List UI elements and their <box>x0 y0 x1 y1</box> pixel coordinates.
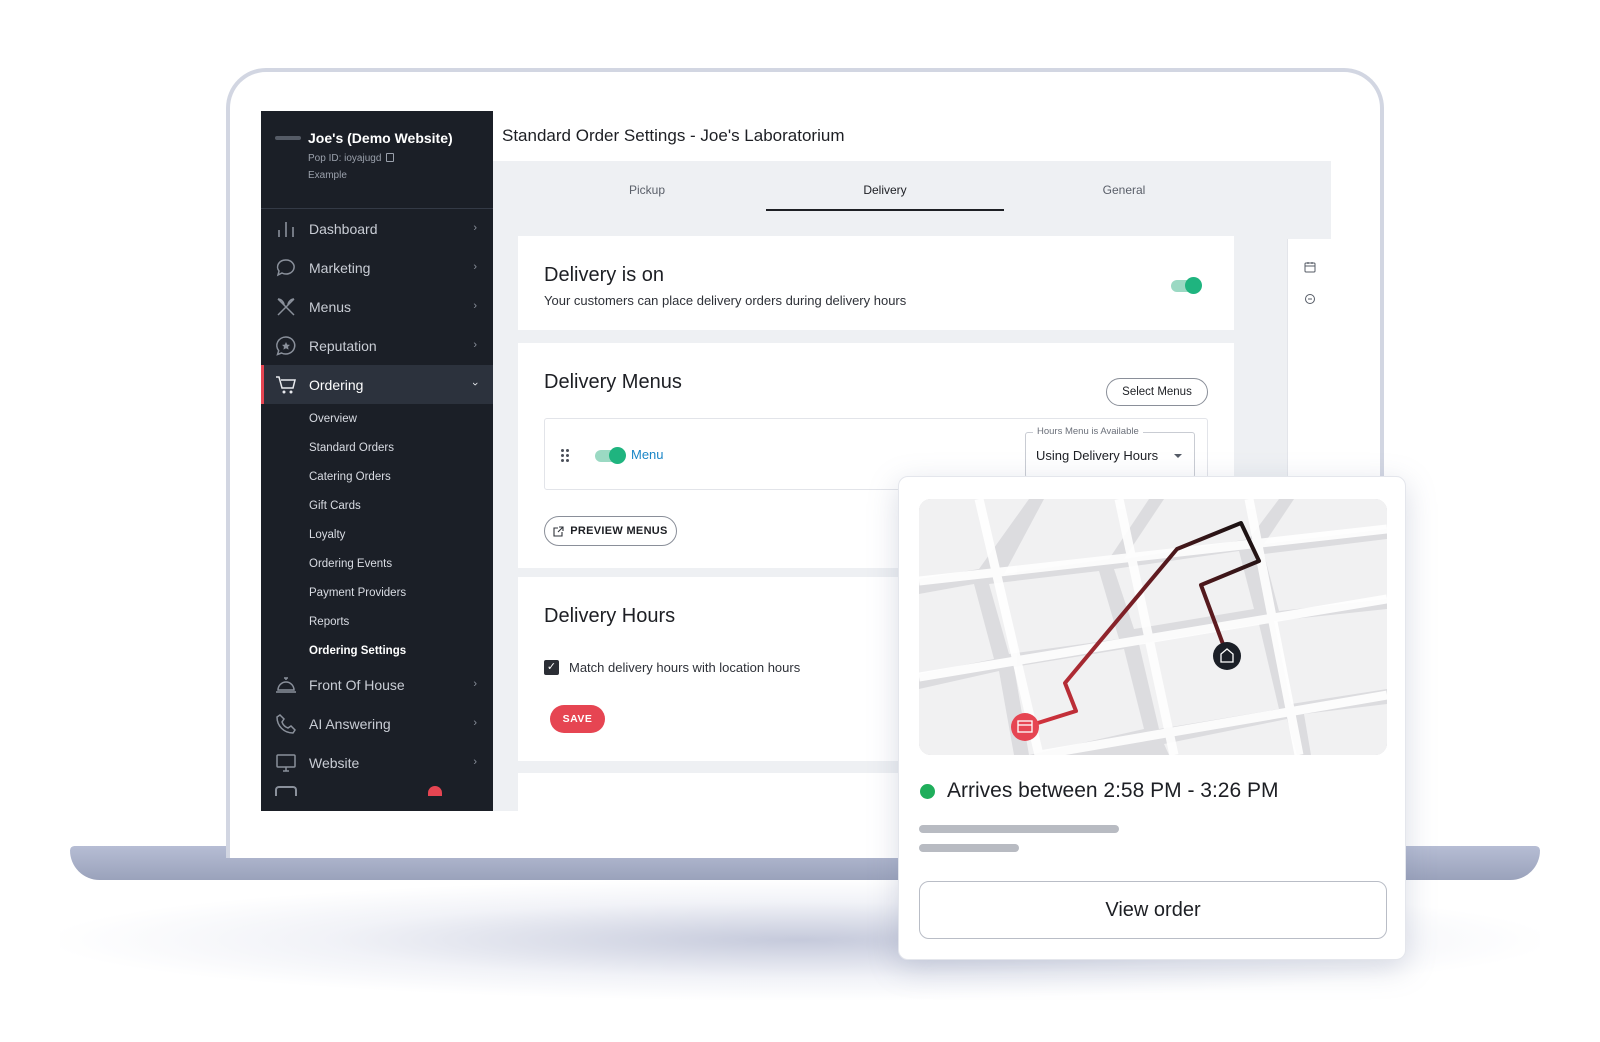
sidebar-item-ai-answering[interactable]: AI Answering › <box>261 704 493 743</box>
chevron-right-icon: › <box>473 678 477 690</box>
monitor-icon <box>276 754 296 772</box>
sidebar-item-dashboard[interactable]: Dashboard › <box>261 209 493 248</box>
order-tracking-card: Arrives between 2:58 PM - 3:26 PM View o… <box>898 476 1406 960</box>
megaphone-icon <box>275 786 297 796</box>
sidebar-subitem-loyalty[interactable]: Loyalty <box>261 520 493 549</box>
delivery-status-card: Delivery is on Your customers can place … <box>518 236 1234 330</box>
menu-link[interactable]: Menu <box>631 447 664 462</box>
delivery-status-description: Your customers can place delivery orders… <box>544 293 907 308</box>
tab-general[interactable]: General <box>1005 183 1243 211</box>
utensils-icon <box>277 298 295 316</box>
chevron-right-icon: › <box>473 300 477 312</box>
chevron-right-icon: › <box>473 222 477 234</box>
store-pin-icon <box>1011 713 1039 741</box>
tab-pickup[interactable]: Pickup <box>528 183 766 211</box>
preview-menus-label: PREVIEW MENUS <box>570 525 668 537</box>
sidebar-subitem-standard-orders[interactable]: Standard Orders <box>261 433 493 462</box>
sidebar-item-front-of-house[interactable]: Front Of House › <box>261 665 493 704</box>
chevron-right-icon: › <box>473 261 477 273</box>
hours-available-select[interactable]: Hours Menu is Available Using Delivery H… <box>1025 426 1195 478</box>
delivery-status-title: Delivery is on <box>544 264 665 286</box>
select-value: Using Delivery Hours <box>1036 448 1159 463</box>
page-title: Standard Order Settings - Joe's Laborato… <box>502 126 845 145</box>
brand-logo <box>275 136 301 140</box>
tab-delivery[interactable]: Delivery <box>766 183 1004 211</box>
chevron-right-icon: › <box>473 756 477 768</box>
delivery-hours-title: Delivery Hours <box>544 605 676 627</box>
sidebar-item-label: AI Answering <box>309 715 391 732</box>
notification-badge <box>428 786 442 796</box>
sidebar-subitem-ordering-settings[interactable]: Ordering Settings <box>261 636 493 665</box>
sidebar-subitem-payment-providers[interactable]: Payment Providers <box>261 578 493 607</box>
sidebar-item-label: Dashboard <box>309 220 378 237</box>
external-link-icon <box>553 525 564 537</box>
chevron-down-icon: › <box>469 382 482 386</box>
brand-title: Joe's (Demo Website) <box>308 130 453 146</box>
select-menus-button[interactable]: Select Menus <box>1106 378 1208 406</box>
cart-icon <box>276 376 296 394</box>
map-graphic <box>919 499 1387 755</box>
sidebar-subitem-catering-orders[interactable]: Catering Orders <box>261 462 493 491</box>
toggle-knob <box>609 447 626 464</box>
tabs-bar: Pickup Delivery General <box>493 161 1331 241</box>
chat-bubble-icon <box>276 259 295 277</box>
placeholder-line <box>919 844 1019 852</box>
select-legend: Hours Menu is Available <box>1033 426 1143 437</box>
sidebar: Joe's (Demo Website) Pop ID: ioyajugd Ex… <box>261 111 493 811</box>
preview-menus-button[interactable]: PREVIEW MENUS <box>544 516 677 546</box>
toggle-knob <box>1185 277 1202 294</box>
sidebar-item-label: Front Of House <box>309 676 405 693</box>
view-order-button[interactable]: View order <box>919 881 1387 939</box>
sidebar-item-website[interactable]: Website › <box>261 743 493 782</box>
sidebar-item-marketing[interactable]: Marketing › <box>261 248 493 287</box>
sidebar-item-reputation[interactable]: Reputation › <box>261 326 493 365</box>
bar-chart-icon <box>278 222 294 237</box>
chevron-right-icon: › <box>473 717 477 729</box>
chat-icon[interactable] <box>1304 293 1316 305</box>
delivery-toggle[interactable] <box>1171 277 1202 294</box>
chevron-right-icon: › <box>473 339 477 351</box>
sidebar-item-partial <box>261 782 493 796</box>
match-hours-checkbox[interactable]: ✓ <box>544 660 559 675</box>
sidebar-item-label: Menus <box>309 298 352 315</box>
sidebar-item-ordering[interactable]: Ordering › <box>261 365 493 404</box>
menu-toggle[interactable] <box>595 447 626 464</box>
sidebar-subitem-overview[interactable]: Overview <box>261 404 493 433</box>
sidebar-item-label: Website <box>309 754 360 771</box>
save-button[interactable]: SAVE <box>550 705 605 733</box>
home-pin-icon <box>1213 642 1241 670</box>
pop-id-text: Pop ID: ioyajugd <box>308 153 382 164</box>
sidebar-item-menus[interactable]: Menus › <box>261 287 493 326</box>
caret-down-icon <box>1174 454 1182 458</box>
copy-icon[interactable] <box>386 153 395 162</box>
placeholder-line <box>919 825 1119 833</box>
star-bubble-icon <box>276 336 296 356</box>
pop-id: Pop ID: ioyajugd <box>308 153 395 164</box>
brand-subtitle: Example <box>308 170 347 181</box>
sidebar-item-label: Ordering <box>309 376 364 393</box>
sidebar-item-label: Marketing <box>309 259 371 276</box>
sidebar-subitem-gift-cards[interactable]: Gift Cards <box>261 491 493 520</box>
eta-text: Arrives between 2:58 PM - 3:26 PM <box>947 779 1279 802</box>
calendar-icon[interactable] <box>1304 261 1316 273</box>
sidebar-subitem-reports[interactable]: Reports <box>261 607 493 636</box>
sidebar-item-label: Reputation <box>309 337 377 354</box>
status-dot <box>920 784 935 799</box>
delivery-map[interactable] <box>919 499 1387 755</box>
drag-handle-icon[interactable] <box>561 449 569 462</box>
sidebar-subitem-ordering-events[interactable]: Ordering Events <box>261 549 493 578</box>
service-bell-icon <box>276 677 296 693</box>
match-hours-label: Match delivery hours with location hours <box>569 660 801 675</box>
delivery-menus-title: Delivery Menus <box>544 371 682 393</box>
brand-header[interactable]: Joe's (Demo Website) Pop ID: ioyajugd Ex… <box>261 111 493 209</box>
phone-icon <box>276 714 296 734</box>
